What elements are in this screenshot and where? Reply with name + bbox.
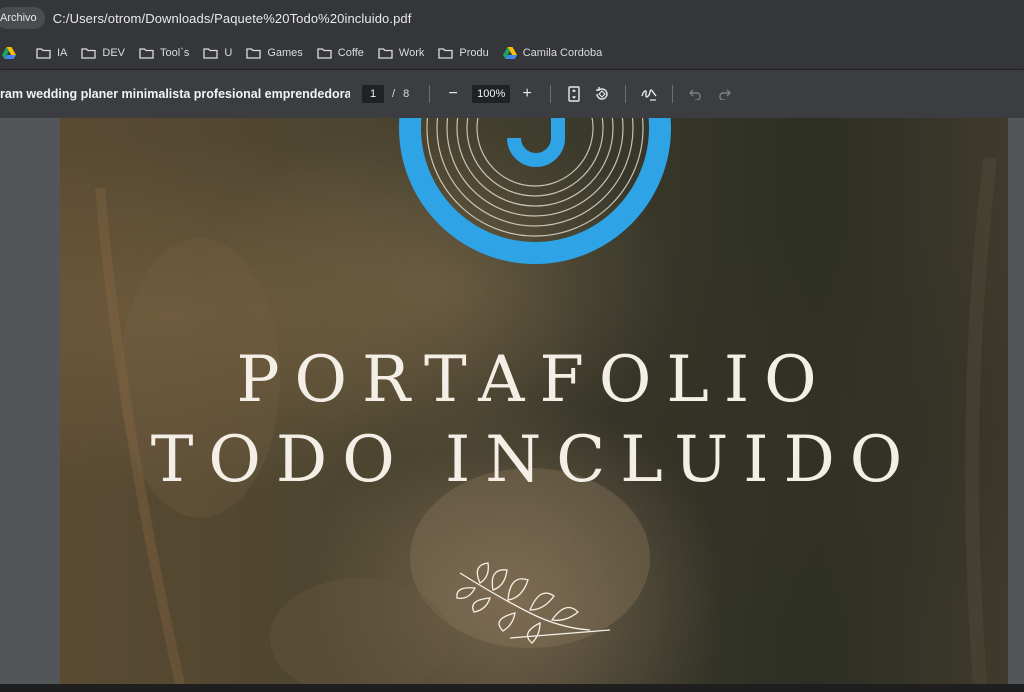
drive-icon (502, 46, 517, 59)
bookmark-work[interactable]: Work (378, 47, 424, 59)
bookmark-u[interactable]: U (203, 47, 232, 59)
toolbar-divider (625, 85, 627, 103)
taskbar (0, 684, 1024, 692)
bookmark-tools[interactable]: Tool`s (139, 47, 189, 59)
bookmark-produ[interactable]: Produ (438, 46, 489, 59)
folder-icon (36, 47, 51, 59)
bookmark-coffe[interactable]: Coffe (317, 47, 364, 59)
bookmark-label: DEV (102, 46, 126, 59)
bookmark-label: Tool`s (160, 46, 190, 59)
folder-icon (246, 47, 261, 59)
folder-icon (317, 47, 332, 59)
file-scheme-chip[interactable]: Archivo (0, 7, 45, 29)
page-separator: / (392, 88, 396, 100)
bookmarks-bar: IA DEV Tool`s U Games Coffe Work Produ C… (0, 36, 1024, 70)
bookmark-label: IA (57, 46, 68, 59)
bookmark-label: Produ (459, 46, 489, 59)
zoom-input[interactable]: 100% (472, 85, 511, 103)
bookmark-label: Work (398, 46, 425, 59)
drive-icon (2, 46, 16, 59)
document-title: ram wedding planer minimalista profesion… (0, 87, 350, 101)
brand-logo (399, 118, 671, 264)
bookmark-drive[interactable] (2, 46, 22, 59)
zoom-out-button[interactable]: − (442, 83, 464, 105)
pdf-page: PORTAFOLIO TODO INCLUIDO (60, 118, 1008, 684)
undo-icon[interactable] (685, 83, 707, 105)
bookmark-label: Games (267, 46, 303, 59)
redo-icon[interactable] (713, 83, 735, 105)
rotate-icon[interactable] (591, 83, 613, 105)
cover-title-line2: TODO INCLUIDO (150, 423, 918, 497)
fit-page-icon[interactable] (563, 83, 585, 105)
bookmark-games[interactable]: Games (246, 46, 303, 59)
bookmark-label: U (224, 46, 233, 59)
page-number-input[interactable]: 1 (362, 85, 384, 103)
bookmark-dev[interactable]: DEV (81, 47, 125, 59)
address-bar: Archivo C:/Users/otrom/Downloads/Paquete… (0, 0, 1024, 36)
toolbar-divider (429, 85, 431, 103)
pdf-viewer[interactable]: PORTAFOLIO TODO INCLUIDO (0, 118, 1024, 684)
toolbar-divider (550, 85, 552, 103)
bookmark-ia[interactable]: IA (36, 47, 67, 59)
folder-icon (378, 47, 393, 59)
cover-title-line1: PORTAFOLIO (236, 343, 832, 417)
toolbar-divider (672, 85, 674, 103)
folder-icon (139, 47, 154, 59)
folder-icon (81, 47, 97, 59)
folder-icon (438, 47, 454, 59)
pdf-toolbar: ram wedding planer minimalista profesion… (0, 70, 1024, 118)
file-scheme-label: Archivo (0, 12, 37, 24)
draw-icon[interactable] (638, 83, 660, 105)
folder-icon (203, 47, 219, 59)
zoom-in-button[interactable]: + (516, 83, 538, 105)
bookmark-label: Coffe (337, 46, 364, 59)
page-total: 8 (403, 88, 410, 100)
bookmark-label: Camila Cordoba (522, 46, 603, 59)
bookmark-camila-cordoba[interactable]: Camila Cordoba (502, 46, 603, 59)
url-field[interactable]: C:/Users/otrom/Downloads/Paquete%20Todo%… (53, 11, 412, 26)
